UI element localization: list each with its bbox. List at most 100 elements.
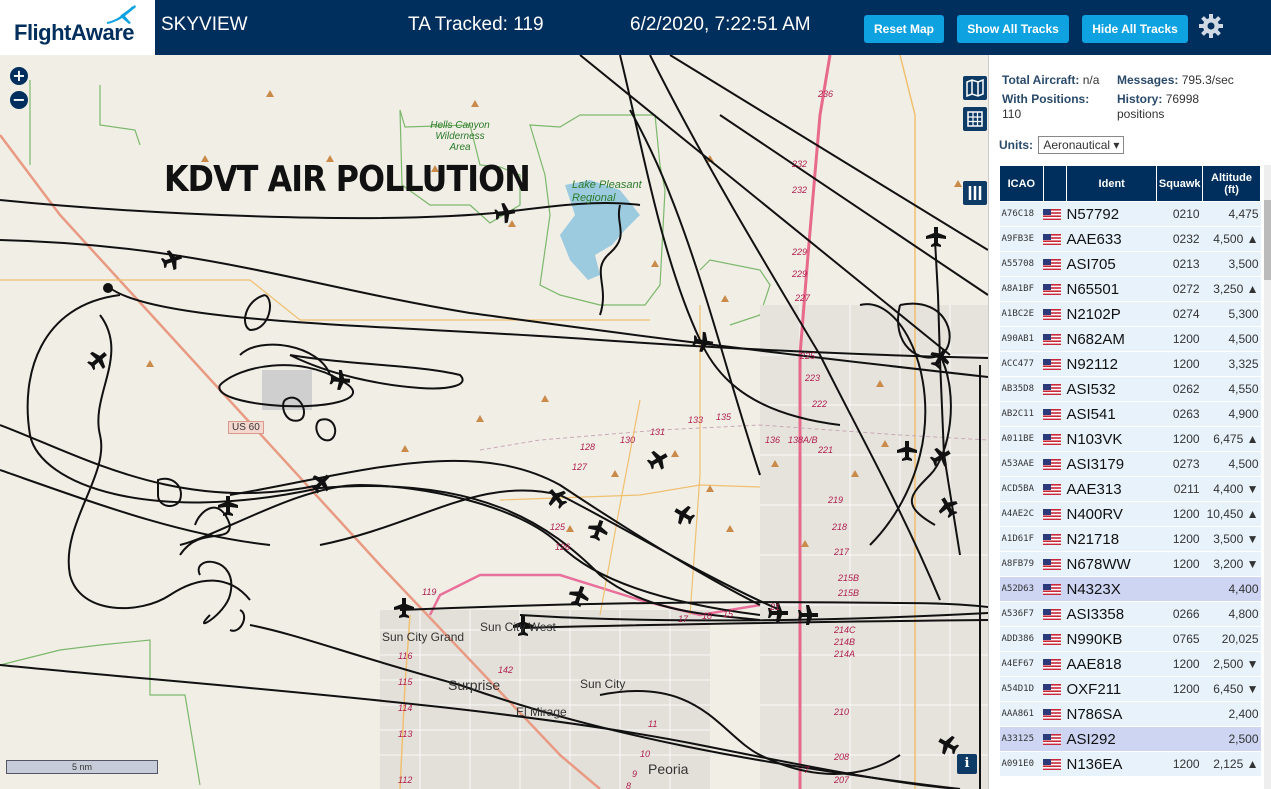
- road-label: 10: [640, 749, 650, 759]
- units-select[interactable]: Aeronautical ▾: [1038, 136, 1125, 154]
- flightaware-logo[interactable]: FlightAware: [0, 0, 155, 55]
- road-label: 142: [498, 665, 513, 675]
- total-aircraft-value: n/a: [1082, 73, 1100, 87]
- altitude-cell: 4,475: [1202, 201, 1261, 227]
- table-row[interactable]: A52D63 N4323X 4,400: [999, 576, 1261, 602]
- table-row[interactable]: A53AAE ASI3179 0273 4,500: [999, 451, 1261, 477]
- table-row[interactable]: AAA861 N786SA 2,400: [999, 701, 1261, 727]
- table-row[interactable]: A8A1BF N65501 0272 3,250 ▲: [999, 276, 1261, 302]
- table-row[interactable]: ADD386 N990KB 0765 20,025: [999, 626, 1261, 652]
- col-ident[interactable]: Ident: [1065, 165, 1158, 202]
- app-name: SKYVIEW: [161, 14, 248, 35]
- zoom-in-button[interactable]: +: [10, 67, 28, 85]
- icao-cell: AB35D8: [999, 376, 1044, 402]
- positions-value: 110: [1002, 107, 1022, 121]
- hide-all-tracks-button[interactable]: Hide All Tracks: [1082, 15, 1188, 43]
- table-row[interactable]: A76C18 N57792 0210 4,475: [999, 201, 1261, 227]
- toggle-sidebar-button[interactable]: [963, 181, 987, 205]
- messages-label: Messages:: [1117, 73, 1179, 87]
- icao-cell: A1BC2E: [999, 301, 1044, 327]
- table-row[interactable]: A536F7 ASI3358 0266 4,800: [999, 601, 1261, 627]
- us-flag-icon: [1043, 459, 1062, 471]
- gear-icon[interactable]: [1198, 13, 1224, 39]
- table-row[interactable]: ACD5BA AAE313 0211 4,400 ▼: [999, 476, 1261, 502]
- ident-cell: N678WW: [1066, 551, 1157, 577]
- us-flag-icon: [1043, 434, 1062, 446]
- positions-label: With Positions:: [1002, 92, 1090, 106]
- road-label: 128: [580, 442, 595, 452]
- altitude-cell: 2,500: [1202, 726, 1261, 752]
- table-row[interactable]: AB35D8 ASI532 0262 4,550: [999, 376, 1261, 402]
- boundary-line: [29, 80, 141, 165]
- flag-cell: [1043, 226, 1067, 252]
- col-squawk[interactable]: Squawk: [1156, 165, 1204, 202]
- road-label: 18: [702, 611, 712, 621]
- table-row[interactable]: A1BC2E N2102P 0274 5,300: [999, 301, 1261, 327]
- map-layers-button[interactable]: [963, 76, 987, 100]
- altitude-cell: 2,125 ▲: [1202, 751, 1261, 777]
- info-button[interactable]: i: [957, 754, 977, 774]
- table-row[interactable]: A4AE2C N400RV 1200 10,450 ▲: [999, 501, 1261, 527]
- road-label: 225: [799, 351, 816, 361]
- units-value: Aeronautical: [1043, 138, 1111, 152]
- flag-cell: [1043, 476, 1067, 502]
- us-flag-icon: [1043, 284, 1062, 296]
- squawk-cell: [1156, 576, 1203, 602]
- road-label: 217: [833, 547, 850, 557]
- flag-cell: [1043, 676, 1067, 702]
- grid-view-button[interactable]: [963, 107, 987, 131]
- squawk-cell: 0272: [1156, 276, 1203, 302]
- tracked-count: TA Tracked: 119: [408, 14, 544, 35]
- table-row[interactable]: A8FB79 N678WW 1200 3,200 ▼: [999, 551, 1261, 577]
- ident-cell: N65501: [1066, 276, 1157, 302]
- squawk-cell: 0262: [1156, 376, 1203, 402]
- altitude-cell: 3,500 ▼: [1202, 526, 1261, 552]
- altitude-cell: 10,450 ▲: [1202, 501, 1261, 527]
- table-row[interactable]: A4EF67 AAE818 1200 2,500 ▼: [999, 651, 1261, 677]
- table-row[interactable]: A1D61F N21718 1200 3,500 ▼: [999, 526, 1261, 552]
- col-altitude[interactable]: Altitude (ft): [1202, 165, 1261, 202]
- us-flag-icon: [1043, 534, 1062, 546]
- reset-map-button[interactable]: Reset Map: [864, 15, 944, 43]
- road-label: 9: [632, 769, 637, 779]
- table-scroll-thumb[interactable]: [1264, 200, 1271, 280]
- road-label: 236: [817, 89, 833, 99]
- table-row[interactable]: A33125 ASI292 2,500: [999, 726, 1261, 752]
- col-icao[interactable]: ICAO: [999, 165, 1044, 202]
- table-row[interactable]: A091E0 N136EA 1200 2,125 ▲: [999, 751, 1261, 777]
- us60-shield: US 60: [228, 421, 264, 434]
- road-label: 17: [678, 614, 689, 624]
- flag-cell: [1043, 726, 1067, 752]
- squawk-cell: 1200: [1156, 351, 1203, 377]
- road-label: 125: [550, 522, 566, 532]
- table-row[interactable]: AB2C11 ASI541 0263 4,900: [999, 401, 1261, 427]
- icao-cell: A8A1BF: [999, 276, 1044, 302]
- ident-cell: N103VK: [1066, 426, 1157, 452]
- table-row[interactable]: A90AB1 N682AM 1200 4,500: [999, 326, 1261, 352]
- road-label: 229: [791, 269, 807, 279]
- us-flag-icon: [1043, 409, 1062, 421]
- squawk-cell: 0273: [1156, 451, 1203, 477]
- aircraft-table: ICAO Ident Squawk Altitude (ft) A76C18 N5…: [999, 165, 1261, 777]
- road-label: 119: [422, 587, 436, 597]
- road-label: 210: [833, 707, 849, 717]
- icao-cell: A90AB1: [999, 326, 1044, 352]
- us-flag-icon: [1043, 559, 1062, 571]
- table-row[interactable]: A9FB3E AAE633 0232 4,500 ▲: [999, 226, 1261, 252]
- show-all-tracks-button[interactable]: Show All Tracks: [957, 15, 1069, 43]
- icao-cell: A76C18: [999, 201, 1044, 227]
- map-view[interactable]: 236 232 232 229 229 227 225 223 222 221 …: [0, 55, 988, 789]
- icao-cell: A091E0: [999, 751, 1044, 777]
- table-row[interactable]: A011BE N103VK 1200 6,475 ▲: [999, 426, 1261, 452]
- altitude-cell: 2,400: [1202, 701, 1261, 727]
- table-row[interactable]: A55708 ASI705 0213 3,500: [999, 251, 1261, 277]
- table-row[interactable]: ACC477 N92112 1200 3,325: [999, 351, 1261, 377]
- table-row[interactable]: A54D1D OXF211 1200 6,450 ▼: [999, 676, 1261, 702]
- ident-cell: N2102P: [1066, 301, 1157, 327]
- grid-icon: [967, 111, 983, 127]
- zoom-out-button[interactable]: −: [10, 91, 28, 109]
- squawk-cell: 1200: [1156, 751, 1203, 777]
- ident-cell: N682AM: [1066, 326, 1157, 352]
- history-stat: History: 76998 positions: [1117, 92, 1217, 122]
- col-flag[interactable]: [1042, 165, 1068, 202]
